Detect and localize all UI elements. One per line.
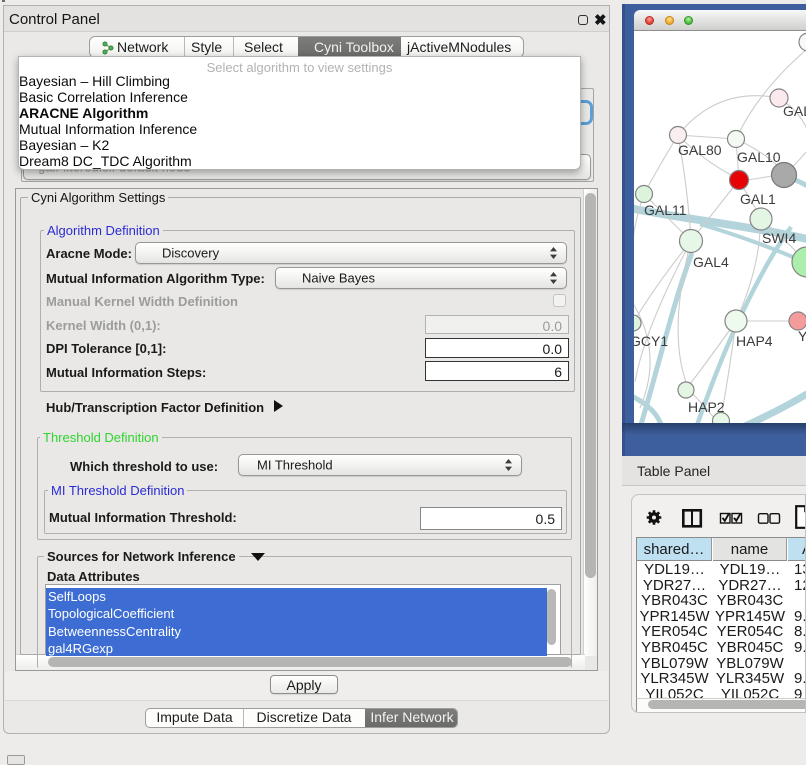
svg-text:GAL80: GAL80 — [678, 142, 722, 158]
svg-text:HAP2: HAP2 — [688, 399, 725, 415]
svg-text:GAL11: GAL11 — [644, 202, 687, 218]
svg-text:SWI4: SWI4 — [762, 230, 796, 246]
svg-text:GCY1: GCY1 — [634, 333, 668, 349]
svg-text:GAL10: GAL10 — [737, 149, 781, 165]
svg-text:Y: Y — [798, 328, 806, 344]
svg-text:GAL4: GAL4 — [693, 254, 729, 270]
svg-text:GAL1: GAL1 — [740, 191, 776, 207]
svg-text:GAL: GAL — [783, 103, 806, 119]
svg-text:HAP4: HAP4 — [736, 333, 773, 349]
